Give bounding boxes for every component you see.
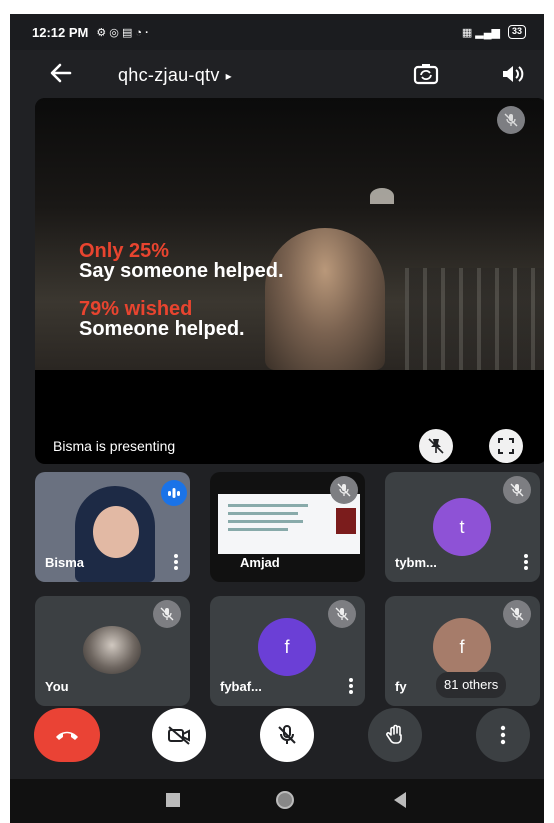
- person-figure: [265, 228, 385, 370]
- presentation-view[interactable]: Only 25% Say someone helped. 79% wished …: [35, 98, 544, 464]
- others-count-badge[interactable]: 81 others: [436, 672, 507, 698]
- participant-name: Bisma: [45, 555, 85, 570]
- background-equipment: [405, 268, 544, 370]
- more-options-button[interactable]: [476, 708, 530, 762]
- speaking-indicator-icon: [161, 480, 187, 506]
- participant-name: fybaf...: [220, 679, 262, 694]
- participant-name: tybm...: [395, 555, 437, 570]
- recents-icon[interactable]: [166, 793, 180, 807]
- mic-off-icon: [328, 600, 356, 628]
- signal-icon: ▦ ▂▄▆: [461, 26, 500, 39]
- more-options-icon[interactable]: [174, 554, 178, 570]
- participant-tile-fybaf[interactable]: f fybaf...: [210, 596, 365, 706]
- microphone-toggle-button[interactable]: [260, 708, 314, 762]
- avatar-initial: t: [459, 516, 465, 537]
- slide-text-4: Someone helped.: [79, 318, 245, 340]
- speaker-icon[interactable]: [498, 60, 526, 88]
- call-controls: [10, 704, 544, 770]
- status-bar: 12:12 PM ⚙ ◎ ▤ ◔ · ▦ ▂▄▆ 33: [10, 14, 544, 50]
- status-icons: ⚙ ◎ ▤ ◔ ·: [96, 26, 149, 39]
- presenting-label: Bisma is presenting: [53, 438, 176, 454]
- status-time: 12:12 PM: [32, 24, 89, 40]
- more-options-icon[interactable]: [524, 554, 528, 570]
- raise-hand-button[interactable]: [368, 708, 422, 762]
- participant-photo: [83, 626, 141, 674]
- participant-name: You: [45, 679, 69, 694]
- mic-off-icon: [330, 476, 358, 504]
- pin-off-icon[interactable]: [419, 429, 453, 463]
- participant-avatar: f: [433, 618, 491, 676]
- back-arrow-icon[interactable]: [48, 60, 74, 90]
- mic-off-icon: [153, 600, 181, 628]
- participant-avatar: f: [258, 618, 316, 676]
- home-icon[interactable]: [276, 791, 294, 809]
- mic-off-icon: [503, 600, 531, 628]
- end-call-button[interactable]: [34, 708, 100, 762]
- fullscreen-icon[interactable]: [489, 429, 523, 463]
- switch-camera-icon[interactable]: [412, 60, 440, 88]
- battery-indicator: 33: [507, 25, 526, 39]
- meeting-top-bar: qhc-zjau-qtv ▸: [10, 50, 544, 98]
- avatar-initial: f: [284, 636, 290, 657]
- participant-tile-bisma[interactable]: Bisma: [35, 472, 190, 582]
- chevron-right-icon: ▸: [225, 69, 232, 84]
- participant-tile-amjad[interactable]: Amjad: [210, 472, 365, 582]
- participant-tile-you[interactable]: You: [35, 596, 190, 706]
- mic-off-icon: [503, 476, 531, 504]
- meeting-code[interactable]: qhc-zjau-qtv ▸: [118, 65, 232, 86]
- more-options-icon[interactable]: [349, 678, 353, 694]
- participant-avatar: t: [433, 498, 491, 556]
- mic-off-icon: [497, 106, 525, 134]
- participant-face: [93, 506, 139, 558]
- slide-text-2: Say someone helped.: [79, 260, 284, 282]
- camera-toggle-button[interactable]: [152, 708, 206, 762]
- participant-tile-tybm[interactable]: t tybm...: [385, 472, 540, 582]
- phone-screen: 12:12 PM ⚙ ◎ ▤ ◔ · ▦ ▂▄▆ 33 qhc-zjau-qtv…: [10, 14, 544, 823]
- participant-name: Amjad: [240, 555, 280, 570]
- meeting-code-text: qhc-zjau-qtv: [118, 65, 220, 85]
- avatar-initial: f: [459, 636, 465, 657]
- system-nav-bar: [10, 779, 544, 823]
- ceiling-lamp: [370, 188, 394, 204]
- participant-name: fy: [395, 679, 407, 694]
- back-nav-icon[interactable]: [394, 792, 406, 808]
